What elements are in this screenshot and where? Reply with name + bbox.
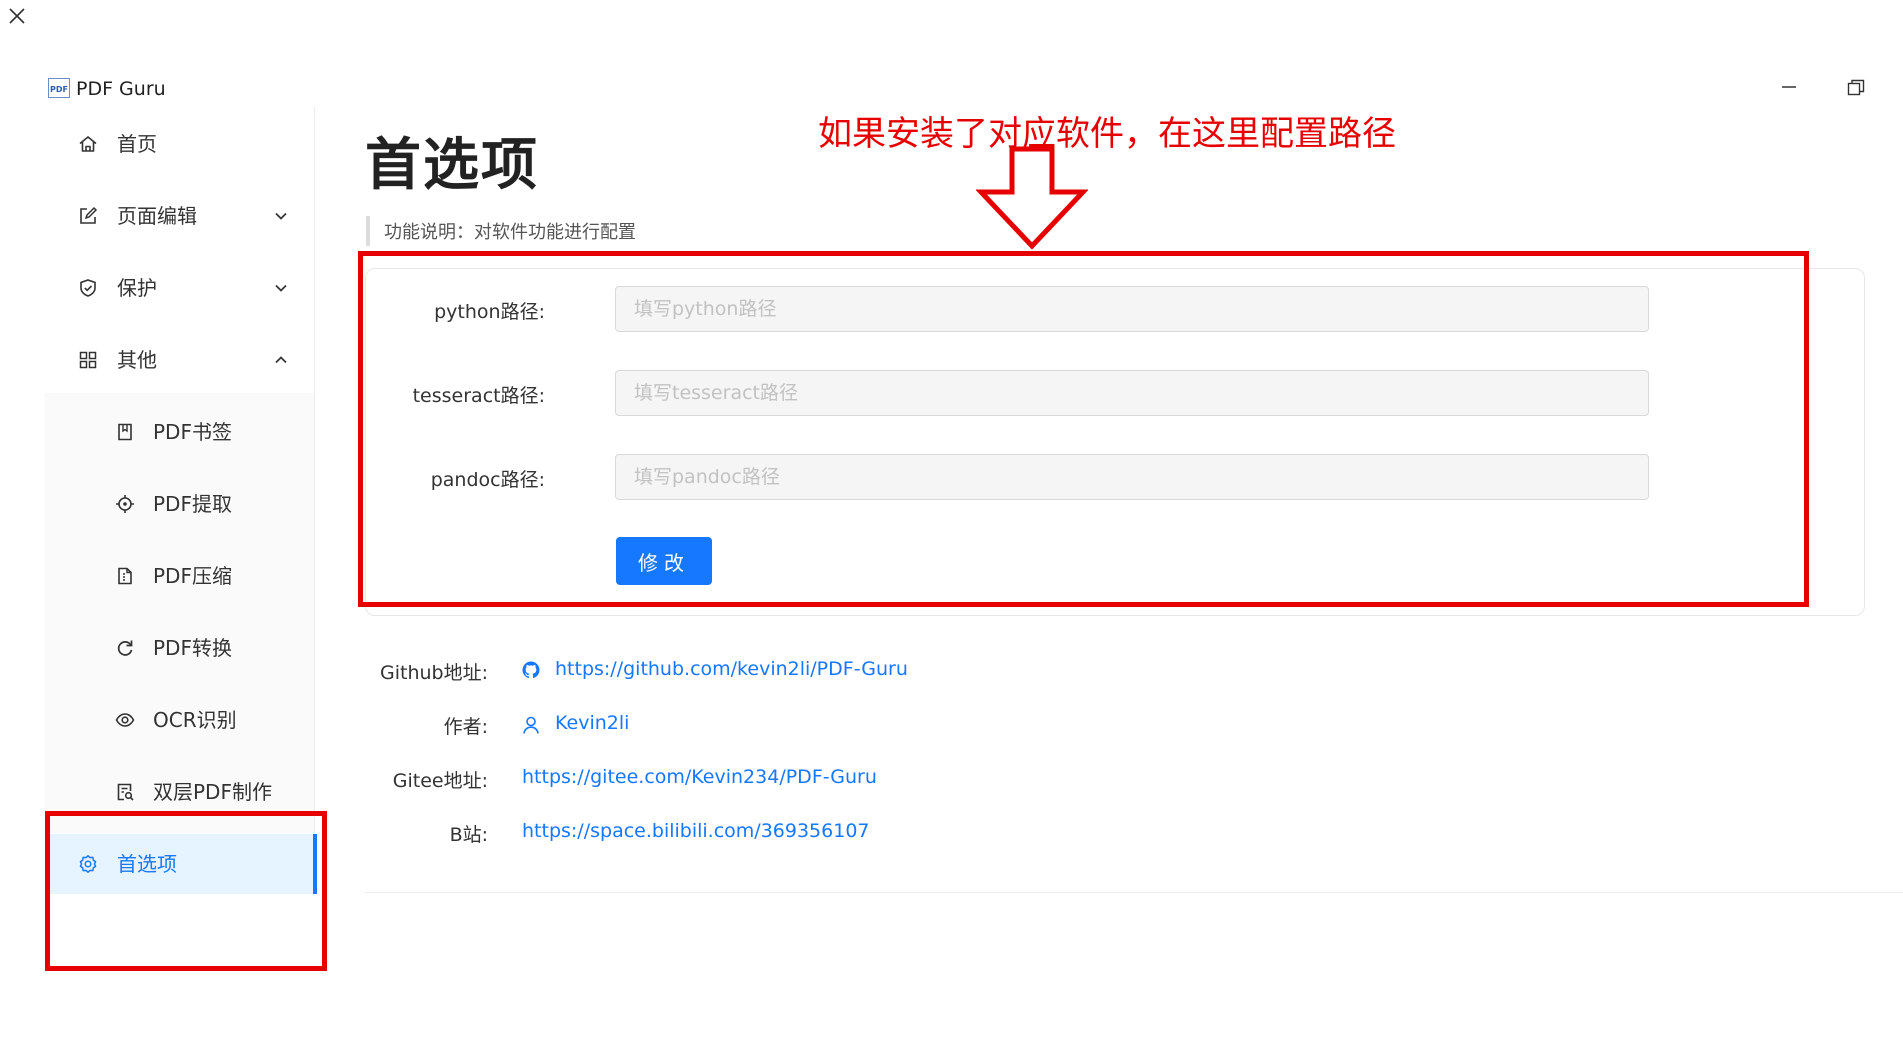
author-link[interactable]: Kevin2li xyxy=(555,712,629,734)
minimize-icon[interactable] xyxy=(1778,76,1800,98)
sidebar-item-page-edit[interactable]: 页面编辑 xyxy=(45,186,315,246)
refresh-icon xyxy=(117,640,133,656)
restore-icon[interactable] xyxy=(1846,78,1866,98)
file-search-icon xyxy=(117,783,134,801)
page-title: 首选项 xyxy=(365,133,539,198)
sidebar-item-label: 其他 xyxy=(117,348,157,372)
arrow-down-icon xyxy=(976,146,1088,250)
sidebar-item-label: 首页 xyxy=(117,132,157,156)
preferences-highlight-box xyxy=(45,811,327,971)
aim-icon xyxy=(116,495,134,513)
sidebar-item-pdf-extract[interactable]: PDF提取 xyxy=(45,474,315,534)
sidebar-item-label: 页面编辑 xyxy=(117,204,197,228)
sidebar-item-home[interactable]: 首页 xyxy=(45,114,315,174)
github-label: Github地址: xyxy=(380,662,488,684)
file-icon xyxy=(118,567,132,585)
app-logo-text: PDF xyxy=(50,85,68,94)
edit-icon xyxy=(80,206,98,224)
sidebar-item-label: 保护 xyxy=(117,276,157,300)
sidebar-item-label: PDF压缩 xyxy=(153,564,232,588)
eye-icon xyxy=(115,713,135,727)
chevron-down-icon xyxy=(275,284,287,292)
github-icon xyxy=(522,661,540,679)
description-bar xyxy=(366,216,370,246)
home-icon xyxy=(79,136,97,152)
content-divider xyxy=(365,892,1903,893)
sidebar-item-pdf-compress[interactable]: PDF压缩 xyxy=(45,546,315,606)
sidebar-item-pdf-bookmark[interactable]: PDF书签 xyxy=(45,402,315,462)
form-highlight-box xyxy=(358,251,1809,607)
chevron-up-icon xyxy=(275,356,287,364)
gitee-label: Gitee地址: xyxy=(392,770,488,792)
page-description: 功能说明：对软件功能进行配置 xyxy=(384,222,636,243)
bilibili-link[interactable]: https://space.bilibili.com/369356107 xyxy=(522,820,870,842)
sidebar-item-label: PDF提取 xyxy=(153,492,232,516)
sidebar-item-protect[interactable]: 保护 xyxy=(45,258,315,318)
apps-icon xyxy=(79,351,97,369)
sidebar-item-label: OCR识别 xyxy=(153,708,237,732)
sidebar-item-label: PDF书签 xyxy=(153,420,232,444)
close-icon[interactable] xyxy=(6,5,28,27)
chevron-down-icon xyxy=(275,212,287,220)
gitee-link[interactable]: https://gitee.com/Kevin234/PDF-Guru xyxy=(522,766,877,788)
bookmark-icon xyxy=(118,423,132,441)
shield-icon xyxy=(80,279,96,297)
author-label: 作者: xyxy=(443,716,488,738)
sidebar-item-label: 双层PDF制作 xyxy=(153,780,272,804)
sidebar-item-other[interactable]: 其他 xyxy=(45,330,315,390)
sidebar-item-label: PDF转换 xyxy=(153,636,232,660)
app-title: PDF Guru xyxy=(76,78,166,100)
annotation-text: 如果安装了对应软件，在这里配置路径 xyxy=(818,114,1396,154)
app-logo: PDF xyxy=(48,78,70,98)
user-icon xyxy=(523,716,539,734)
github-link[interactable]: https://github.com/kevin2li/PDF-Guru xyxy=(555,658,908,680)
